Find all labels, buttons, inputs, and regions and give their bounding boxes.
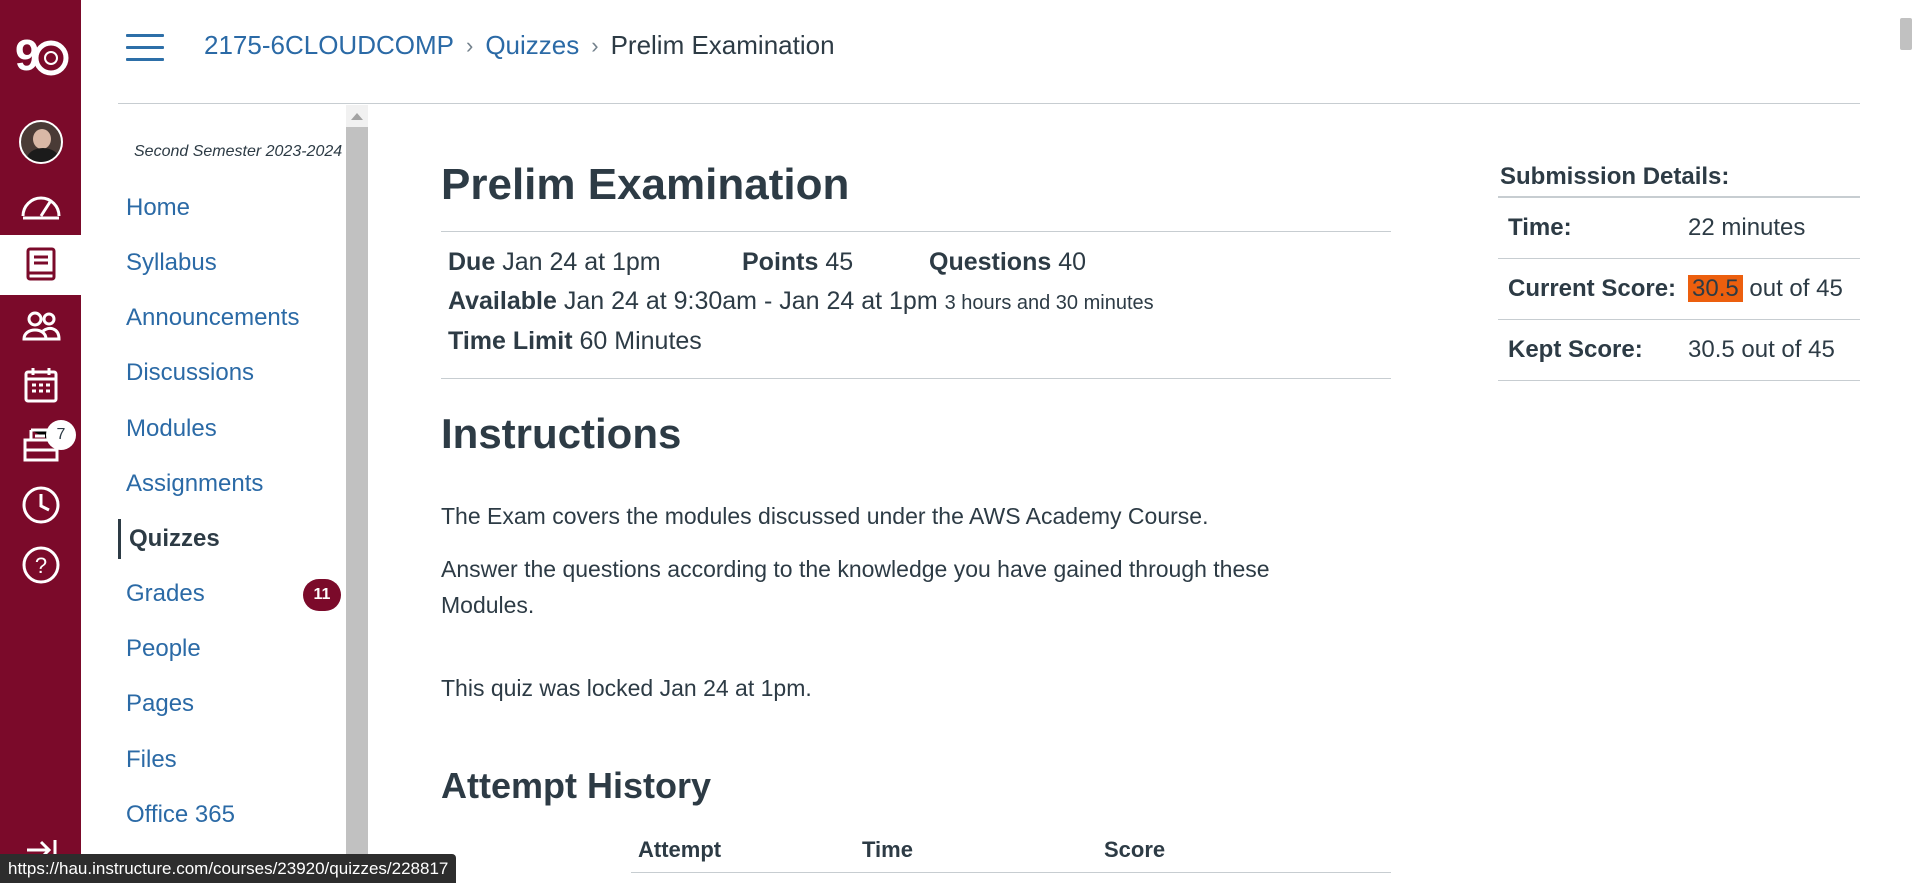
due-field: Due Jan 24 at 1pm [448,248,661,277]
course-nav-announcements[interactable]: Announcements [126,298,299,338]
questions-field: Questions 40 [929,248,1086,277]
available-label: Available [448,287,557,315]
status-bar-url: https://hau.instructure.com/courses/2392… [0,854,457,883]
courses-icon[interactable] [0,235,81,295]
history-icon[interactable] [0,475,81,535]
column-header-attempt: Attempt [638,837,722,862]
available-duration: 3 hours and 30 minutes [944,292,1154,314]
points-label: Points [742,248,819,276]
time-limit-field: Time Limit 60 Minutes [448,327,702,356]
course-nav-modules[interactable]: Modules [126,409,217,449]
course-nav-syllabus[interactable]: Syllabus [126,243,217,283]
current-score-label: Current Score: [1508,275,1677,302]
available-value: Jan 24 at 9:30am - Jan 24 at 1pm [563,287,938,315]
global-nav: 9 7 ? [0,0,81,883]
page-title: Prelim Examination [441,160,850,209]
time-limit-label: Time Limit [448,327,573,355]
grades-badge: 11 [303,579,341,611]
instructions-paragraph: Answer the questions according to the kn… [441,556,1270,618]
kept-score-label: Kept Score: [1508,336,1643,363]
submission-time-row: Time: 22 minutes [1498,198,1860,259]
highlighted-score: 30.5 [1688,275,1743,302]
svg-text:?: ? [34,553,46,578]
column-header-time: Time [862,837,913,862]
scroll-up-arrow-icon[interactable] [346,105,368,127]
due-label: Due [448,248,496,276]
locked-note: This quiz was locked Jan 24 at 1pm. [441,675,812,701]
course-nav-files[interactable]: Files [126,740,177,780]
current-score-row: Current Score: 30.5 out of 45 [1498,259,1860,320]
instructions-heading: Instructions [441,410,682,457]
breadcrumb: 2175-6CLOUDCOMP › Quizzes › Prelim Exami… [204,30,835,61]
time-label: Time: [1508,214,1572,241]
calendar-icon[interactable] [0,355,81,415]
logo-icon[interactable]: 9 [0,22,81,88]
course-nav-quizzes[interactable]: Quizzes [118,519,220,559]
due-value: Jan 24 at 1pm [502,248,661,276]
course-nav: Second Semester 2023-2024 Home Syllabus … [118,105,346,883]
topbar: 2175-6CLOUDCOMP › Quizzes › Prelim Exami… [118,0,1860,104]
scrollbar-thumb[interactable] [1900,18,1912,50]
divider [441,231,1391,232]
submission-details-heading: Submission Details: [1498,158,1860,198]
page-scrollbar[interactable] [1894,0,1918,883]
breadcrumb-course[interactable]: 2175-6CLOUDCOMP [204,30,454,61]
course-nav-discussions[interactable]: Discussions [126,353,254,393]
help-icon[interactable]: ? [0,535,81,595]
groups-icon[interactable] [0,295,81,355]
time-value: 22 minutes [1688,214,1806,241]
questions-value: 40 [1058,248,1087,276]
breadcrumb-current: Prelim Examination [610,30,835,60]
attempt-history-heading: Attempt History [441,765,712,806]
current-score-value: 30.5 out of 45 [1678,259,1860,319]
time-limit-value: 60 Minutes [579,327,702,355]
divider [631,872,1391,873]
dashboard-icon[interactable] [0,175,81,235]
kept-score-row: Kept Score: 30.5 out of 45 [1498,320,1860,381]
course-nav-people[interactable]: People [126,629,201,669]
available-field: Available Jan 24 at 9:30am - Jan 24 at 1… [448,287,1154,316]
account-avatar[interactable] [0,112,81,172]
instructions-paragraph: The Exam covers the modules discussed un… [441,503,1209,529]
current-score-suffix: out of 45 [1742,275,1843,302]
chevron-right-icon: › [465,32,474,58]
hamburger-menu-icon[interactable] [126,34,164,64]
inbox-badge: 7 [46,420,76,450]
inbox-icon[interactable]: 7 [0,415,81,475]
breadcrumb-quizzes[interactable]: Quizzes [485,30,579,61]
points-field: Points 45 [742,248,853,277]
divider [441,378,1391,379]
submission-details: Submission Details: Time: 22 minutes Cur… [1498,158,1860,381]
course-nav-scrollbar[interactable] [346,105,368,883]
kept-score-value: 30.5 out of 45 [1688,336,1835,363]
course-nav-office-365[interactable]: Office 365 [126,795,235,835]
course-nav-assignments[interactable]: Assignments [126,464,263,504]
course-nav-grades[interactable]: Grades [126,574,205,614]
column-header-score: Score [1104,837,1166,862]
avatar [18,120,63,164]
course-nav-home[interactable]: Home [126,188,190,228]
course-nav-pages[interactable]: Pages [126,684,194,724]
term-label: Second Semester 2023-2024 [134,143,343,160]
points-value: 45 [825,248,854,276]
questions-label: Questions [929,248,1052,276]
chevron-right-icon: › [591,32,599,58]
